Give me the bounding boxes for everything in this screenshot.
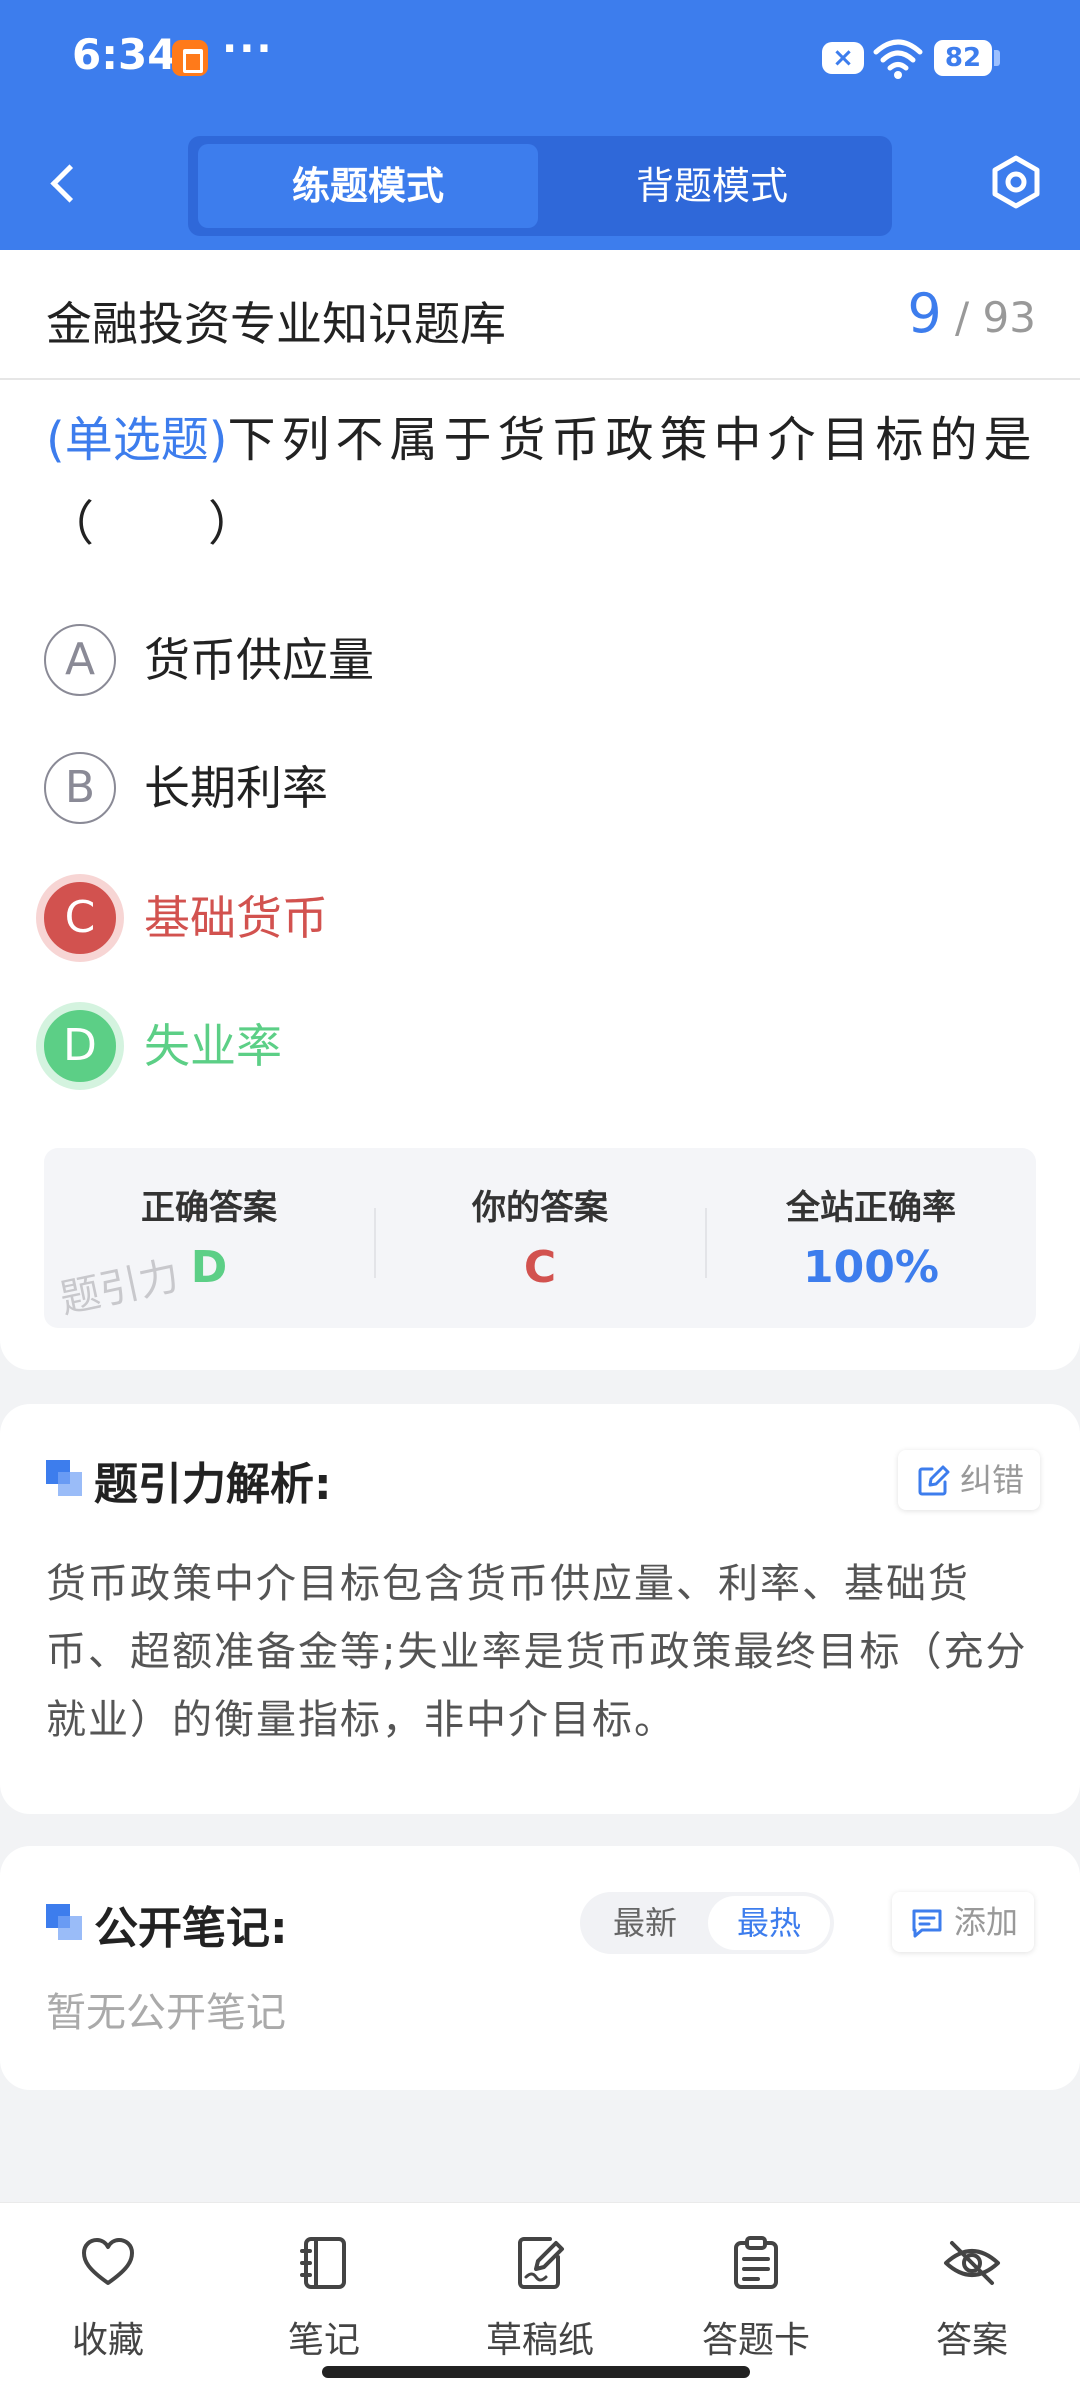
eye-off-icon <box>944 2241 1000 2285</box>
draft-paper-icon <box>518 2237 564 2289</box>
total-question-count: 93 <box>982 293 1036 342</box>
nav-answer[interactable]: 答案 <box>864 2225 1080 2365</box>
add-note-label: 添加 <box>954 1903 1019 1941</box>
option-letter: B <box>44 752 116 824</box>
mode-switch: 练题模式 背题模式 <box>188 136 892 236</box>
nav-draft-paper[interactable]: 草稿纸 <box>432 2225 648 2365</box>
home-indicator[interactable] <box>322 2366 750 2378</box>
notification-app-icon <box>172 40 208 76</box>
public-notes-card: 公开笔记: 最新 最热 添加 暂无公开笔记 <box>0 1846 1080 2090</box>
title-divider <box>0 378 1080 380</box>
your-answer-label: 你的答案 <box>472 1188 608 1228</box>
status-bar: 6:34 ··· × 82 <box>0 0 1080 120</box>
option-text: 基础货币 <box>144 891 328 945</box>
accuracy-rate-label: 全站正确率 <box>786 1188 956 1228</box>
question-card: 金融投资专业知识题库 9 / 93 (单选题)下列不属于货币政策中介目标的是（ … <box>0 250 1080 1370</box>
no-sim-icon: × <box>822 42 864 74</box>
tab-practice-mode[interactable]: 练题模式 <box>198 144 538 228</box>
tab-memorize-mode[interactable]: 背题模式 <box>542 144 882 228</box>
public-notes-title: 公开笔记: <box>94 1903 288 1954</box>
analysis-title: 题引力解析: <box>94 1459 332 1510</box>
settings-icon[interactable] <box>986 152 1046 212</box>
wifi-icon <box>873 39 923 79</box>
accuracy-rate-value: 100% <box>803 1242 939 1293</box>
option-text: 货币供应量 <box>144 633 374 687</box>
option-text: 失业率 <box>144 1019 282 1073</box>
nav-label: 笔记 <box>287 2320 360 2361</box>
option-letter: A <box>44 624 116 696</box>
question-type-label: (单选题) <box>46 412 228 468</box>
option-letter: D <box>44 1010 116 1082</box>
current-question-number: 9 <box>907 282 942 345</box>
empty-notes-text: 暂无公开笔记 <box>46 1990 286 2036</box>
battery-tip <box>994 50 1000 66</box>
section-square-icon <box>46 1460 82 1496</box>
question-progress: 9 / 93 <box>907 282 1036 345</box>
more-notifications-icon: ··· <box>222 26 274 72</box>
question-bank-title: 金融投资专业知识题库 <box>46 297 506 351</box>
analysis-text: 货币政策中介目标包含货币供应量、利率、基础货币、超额准备金等;失业率是货币政策最… <box>46 1561 1028 1743</box>
edit-icon <box>918 1465 950 1496</box>
report-error-button[interactable]: 纠错 <box>898 1450 1041 1510</box>
comment-icon <box>912 1909 942 1938</box>
option-d[interactable]: D 失业率 <box>44 1006 1004 1086</box>
option-b[interactable]: B 长期利率 <box>44 748 1004 828</box>
report-error-label: 纠错 <box>960 1461 1025 1499</box>
nav-favorite[interactable]: 收藏 <box>0 2225 216 2365</box>
nav-label: 答案 <box>935 2320 1008 2361</box>
question-stem: (单选题)下列不属于货币政策中介目标的是（ ） <box>46 398 1040 566</box>
notebook-icon <box>300 2237 346 2289</box>
add-note-button[interactable]: 添加 <box>892 1892 1035 1952</box>
option-letter: C <box>44 882 116 954</box>
nav-label: 答题卡 <box>701 2320 810 2361</box>
nav-label: 收藏 <box>71 2320 144 2361</box>
nav-label: 草稿纸 <box>485 2320 594 2361</box>
nav-answer-card[interactable]: 答题卡 <box>648 2225 864 2365</box>
option-c[interactable]: C 基础货币 <box>44 878 1004 958</box>
progress-separator: / <box>955 293 970 342</box>
answer-card-icon <box>734 2236 778 2289</box>
notes-sort-toggle: 最新 最热 <box>580 1892 834 1954</box>
sort-hot-button[interactable]: 最热 <box>708 1896 830 1950</box>
option-a[interactable]: A 货币供应量 <box>44 620 1004 700</box>
analysis-card: 题引力解析: 纠错 货币政策中介目标包含货币供应量、利率、基础货币、超额准备金等… <box>0 1404 1080 1814</box>
top-header: 6:34 ··· × 82 练题模式 背题模式 <box>0 0 1080 250</box>
answer-summary: 正确答案 D 你的答案 C 全站正确率 100% 题引力 <box>44 1148 1036 1328</box>
sort-latest-button[interactable]: 最新 <box>584 1896 706 1950</box>
nav-notes[interactable]: 笔记 <box>216 2225 432 2365</box>
status-time: 6:34 <box>72 30 177 79</box>
accuracy-rate-column: 全站正确率 100% <box>706 1148 1036 1328</box>
heart-icon <box>82 2238 134 2285</box>
your-answer-value: C <box>523 1242 557 1293</box>
battery-level: 82 <box>934 40 992 76</box>
section-square-icon <box>46 1904 82 1940</box>
option-text: 长期利率 <box>144 761 328 815</box>
correct-answer-label: 正确答案 <box>141 1188 277 1228</box>
back-button[interactable] <box>36 150 92 216</box>
your-answer-column: 你的答案 C <box>375 1148 705 1328</box>
